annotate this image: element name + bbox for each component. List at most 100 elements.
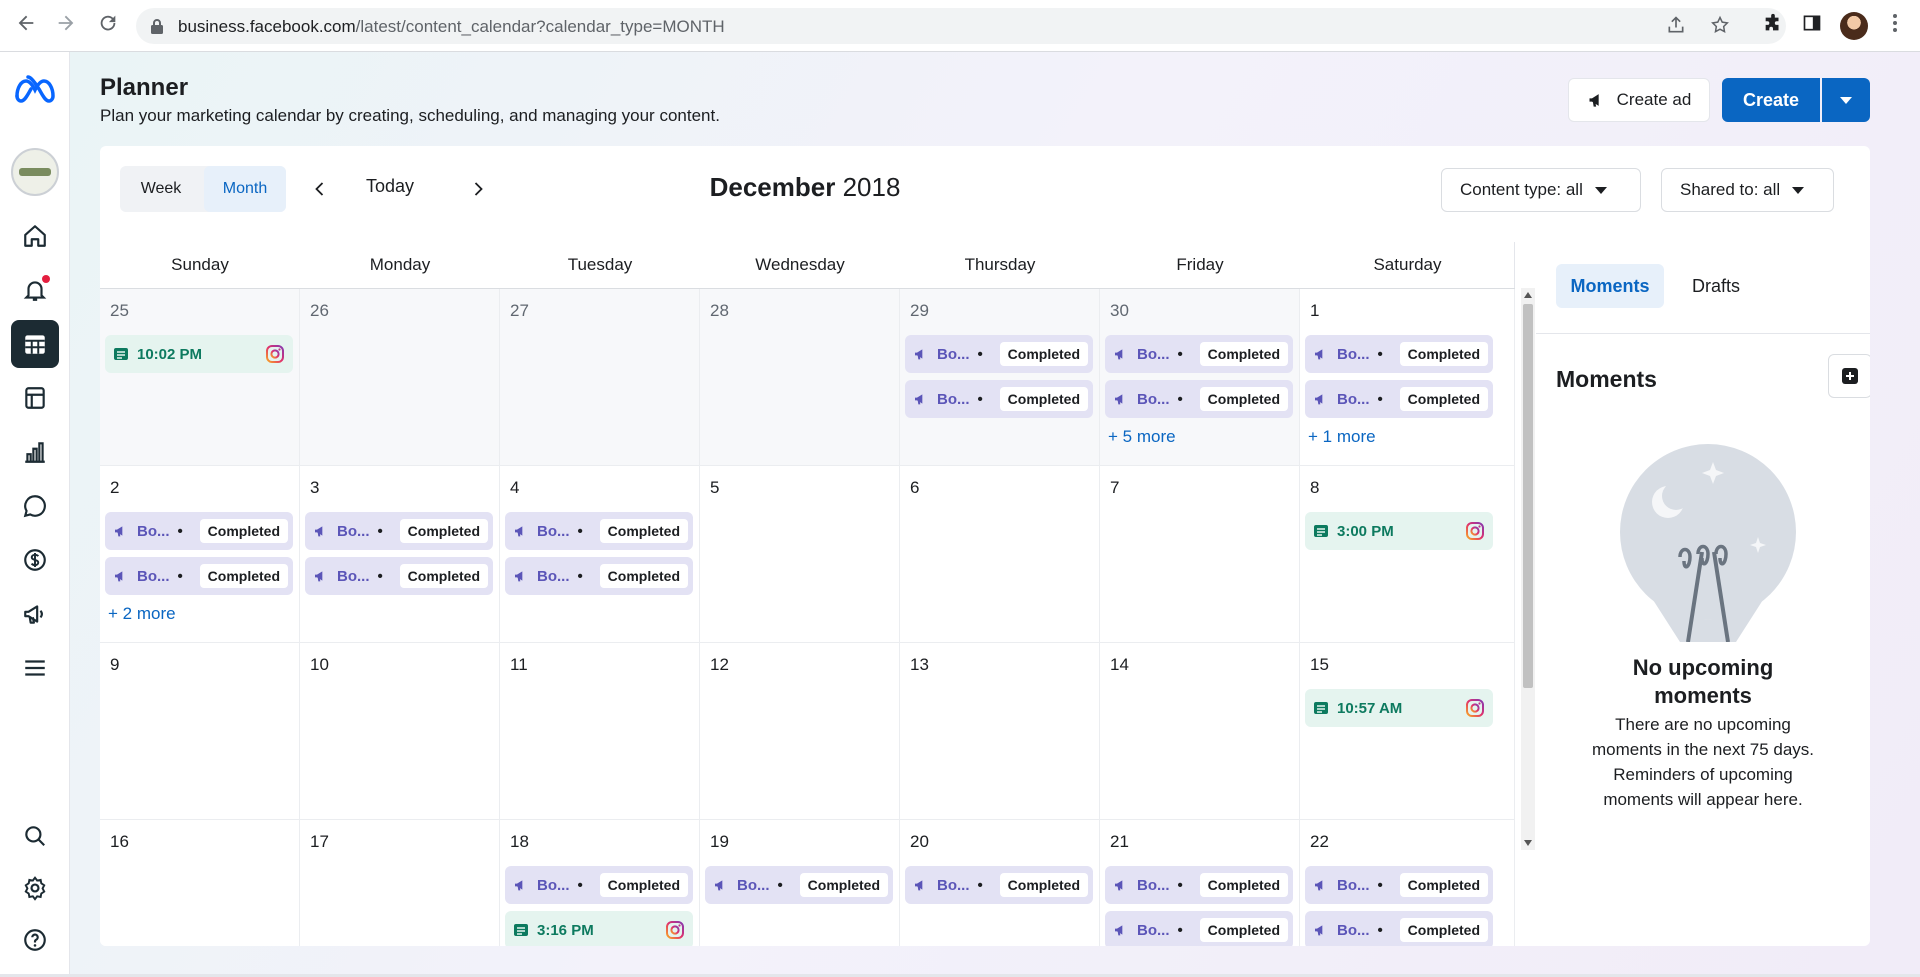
calendar-day-cell[interactable]: 29 Bo... • Completed Bo... • Completed: [900, 289, 1100, 466]
separator-dot: •: [977, 876, 983, 894]
more-events-link[interactable]: + 1 more: [1308, 427, 1376, 447]
calendar-day-cell[interactable]: 26: [300, 289, 500, 466]
calendar-scrollbar[interactable]: [1521, 288, 1535, 850]
search-icon[interactable]: [11, 812, 59, 860]
calendar-day-cell[interactable]: 11: [500, 643, 700, 820]
add-icon: [1842, 368, 1858, 384]
settings-icon[interactable]: [11, 864, 59, 912]
calendar-day-cell[interactable]: 15 10:57 AM: [1300, 643, 1515, 820]
calendar-day-cell[interactable]: 30 Bo... • Completed Bo... • Completed + 5 more: [1100, 289, 1300, 466]
reload-icon[interactable]: [94, 12, 122, 40]
ad-event-pill[interactable]: Bo... • Completed: [305, 557, 493, 595]
bookmark-star-icon[interactable]: [1710, 15, 1730, 41]
content-type-filter[interactable]: Content type: all: [1441, 168, 1641, 212]
ad-event-pill[interactable]: Bo... • Completed: [305, 512, 493, 550]
ad-event-pill[interactable]: Bo... • Completed: [505, 866, 693, 904]
calendar-day-cell[interactable]: 7: [1100, 466, 1300, 643]
calendar-day-cell[interactable]: 9: [100, 643, 300, 820]
create-dropdown-button[interactable]: [1822, 78, 1870, 122]
calendar-day-cell[interactable]: 1 Bo... • Completed Bo... • Completed + 1 more: [1300, 289, 1515, 466]
calendar-day-cell[interactable]: 20 Bo... • Completed: [900, 820, 1100, 946]
all-tools-icon[interactable]: [11, 644, 59, 692]
calendar-day-cell[interactable]: 17: [300, 820, 500, 946]
more-events-link[interactable]: + 2 more: [108, 604, 176, 624]
tab-moments[interactable]: Moments: [1556, 264, 1664, 308]
tab-drafts[interactable]: Drafts: [1676, 264, 1756, 308]
create-ad-button[interactable]: Create ad: [1568, 78, 1710, 122]
day-number: 16: [110, 832, 129, 851]
calendar-day-cell[interactable]: 4 Bo... • Completed Bo... • Completed: [500, 466, 700, 643]
calendar-day-cell[interactable]: 25 10:02 PM: [100, 289, 300, 466]
help-icon[interactable]: [11, 916, 59, 964]
calendar-day-cell[interactable]: 14: [1100, 643, 1300, 820]
ad-event-pill[interactable]: Bo... • Completed: [905, 866, 1093, 904]
ad-event-pill[interactable]: Bo... • Completed: [1105, 335, 1293, 373]
ad-event-pill[interactable]: Bo... • Completed: [1105, 866, 1293, 904]
calendar-day-cell[interactable]: 19 Bo... • Completed: [700, 820, 900, 946]
back-icon[interactable]: [12, 12, 40, 40]
forward-icon[interactable]: [52, 12, 80, 40]
calendar-day-cell[interactable]: 28: [700, 289, 900, 466]
ad-event-pill[interactable]: Bo... • Completed: [1305, 380, 1493, 418]
home-icon[interactable]: [11, 212, 59, 260]
calendar-day-cell[interactable]: 22 Bo... • Completed Bo... • Completed: [1300, 820, 1515, 946]
share-icon[interactable]: [1666, 15, 1686, 41]
ad-label: Bo...: [737, 876, 770, 894]
ad-event-pill[interactable]: Bo... • Completed: [1105, 380, 1293, 418]
ad-event-pill[interactable]: Bo... • Completed: [905, 335, 1093, 373]
notifications-icon[interactable]: [11, 266, 59, 314]
ad-label: Bo...: [1337, 390, 1370, 408]
ad-event-pill[interactable]: Bo... • Completed: [1305, 335, 1493, 373]
shared-to-filter[interactable]: Shared to: all: [1661, 168, 1834, 212]
calendar-day-cell[interactable]: 10: [300, 643, 500, 820]
megaphone-icon: [113, 568, 129, 584]
calendar-day-cell[interactable]: 21 Bo... • Completed Bo... • Completed: [1100, 820, 1300, 946]
create-button[interactable]: Create: [1722, 78, 1820, 122]
page-avatar[interactable]: [11, 148, 59, 196]
calendar-day-cell[interactable]: 3 Bo... • Completed Bo... • Completed: [300, 466, 500, 643]
calendar-day-cell[interactable]: 5: [700, 466, 900, 643]
ad-label: Bo...: [137, 522, 170, 540]
ad-event-pill[interactable]: Bo... • Completed: [705, 866, 893, 904]
insights-icon[interactable]: [11, 428, 59, 476]
calendar-day-cell[interactable]: 27: [500, 289, 700, 466]
extensions-icon[interactable]: [1762, 13, 1784, 41]
profile-avatar[interactable]: [1840, 12, 1868, 40]
inbox-icon[interactable]: [11, 482, 59, 530]
post-event-pill[interactable]: 3:00 PM: [1305, 512, 1493, 550]
calendar-day-cell[interactable]: 6: [900, 466, 1100, 643]
post-event-pill[interactable]: 3:16 PM: [505, 911, 693, 946]
content-icon[interactable]: [11, 374, 59, 422]
calendar-day-cell[interactable]: 8 3:00 PM: [1300, 466, 1515, 643]
calendar-day-cell[interactable]: 16: [100, 820, 300, 946]
calendar-day-cell[interactable]: 2 Bo... • Completed Bo... • Completed + 2 more: [100, 466, 300, 643]
calendar-day-cell[interactable]: 18 Bo... • Completed 3:16 PM: [500, 820, 700, 946]
day-number: 30: [1110, 301, 1129, 320]
megaphone-icon: [513, 568, 529, 584]
calendar-day-cell[interactable]: 12: [700, 643, 900, 820]
ads-icon[interactable]: [11, 590, 59, 638]
ad-label: Bo...: [1137, 345, 1170, 363]
megaphone-icon: [913, 346, 929, 362]
monetization-icon[interactable]: [11, 536, 59, 584]
post-event-pill[interactable]: 10:02 PM: [105, 335, 293, 373]
add-moment-button[interactable]: [1828, 354, 1870, 398]
ad-event-pill[interactable]: Bo... • Completed: [105, 557, 293, 595]
ad-event-pill[interactable]: Bo... • Completed: [1105, 911, 1293, 946]
more-events-link[interactable]: + 5 more: [1108, 427, 1176, 447]
planner-icon[interactable]: [11, 320, 59, 368]
side-panel-icon[interactable]: [1802, 13, 1822, 39]
moments-title: Moments: [1556, 366, 1657, 392]
address-bar[interactable]: business.facebook.com/latest/content_cal…: [136, 8, 1786, 44]
ad-event-pill[interactable]: Bo... • Completed: [1305, 911, 1493, 946]
meta-logo[interactable]: [11, 74, 59, 104]
browser-menu-icon[interactable]: [1892, 12, 1898, 40]
scrollbar-thumb[interactable]: [1523, 304, 1533, 688]
ad-event-pill[interactable]: Bo... • Completed: [905, 380, 1093, 418]
post-event-pill[interactable]: 10:57 AM: [1305, 689, 1493, 727]
ad-event-pill[interactable]: Bo... • Completed: [505, 512, 693, 550]
ad-event-pill[interactable]: Bo... • Completed: [105, 512, 293, 550]
ad-event-pill[interactable]: Bo... • Completed: [505, 557, 693, 595]
ad-event-pill[interactable]: Bo... • Completed: [1305, 866, 1493, 904]
calendar-day-cell[interactable]: 13: [900, 643, 1100, 820]
